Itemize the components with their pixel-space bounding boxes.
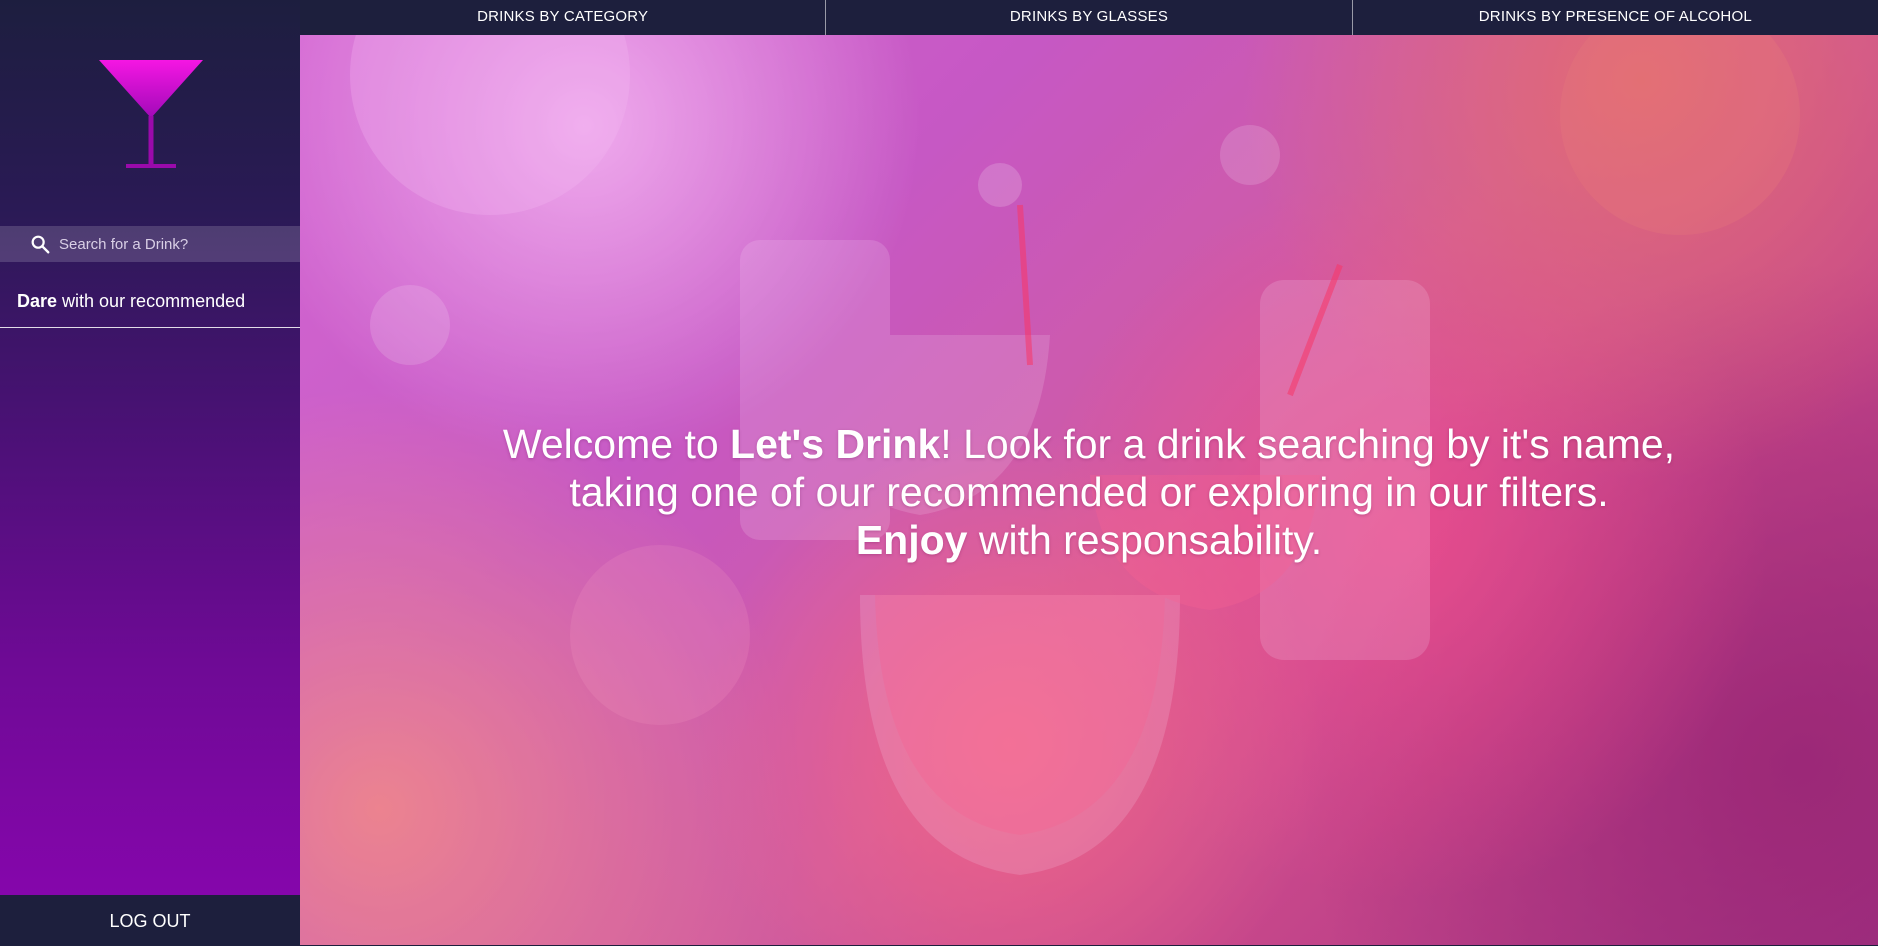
recommended-bold: Dare <box>17 291 58 311</box>
nav-drinks-by-category[interactable]: DRINKS BY CATEGORY <box>300 0 825 35</box>
recommended-text: with our recommended <box>57 291 246 311</box>
recommended-link[interactable]: Dare with our recommended <box>0 278 300 328</box>
welcome-line-1: Welcome to Let's Drink! Look for a drink… <box>300 420 1878 468</box>
hero-banner: Welcome to Let's Drink! Look for a drink… <box>300 35 1878 945</box>
search-input[interactable] <box>59 226 300 262</box>
cocktail-glass-icon[interactable] <box>99 58 203 170</box>
brand-name: Let's Drink <box>730 421 941 467</box>
welcome-intro: Welcome to <box>502 421 731 467</box>
sidebar: Dare with our recommended LOG OUT <box>0 0 300 945</box>
search-bar <box>0 226 300 262</box>
top-nav: DRINKS BY CATEGORY DRINKS BY GLASSES DRI… <box>300 0 1878 35</box>
enjoy-word: Enjoy <box>855 517 968 563</box>
nav-drinks-by-alcohol[interactable]: DRINKS BY PRESENCE OF ALCOHOL <box>1351 0 1878 35</box>
welcome-message: Welcome to Let's Drink! Look for a drink… <box>300 420 1878 564</box>
welcome-line-3: Enjoy with responsability. <box>300 516 1878 564</box>
welcome-line-2: taking one of our recommended or explori… <box>569 469 1609 515</box>
logout-button[interactable]: LOG OUT <box>0 895 300 945</box>
welcome-line-1-rest: ! Look for a drink searching by it's nam… <box>940 421 1676 467</box>
nav-drinks-by-glasses[interactable]: DRINKS BY GLASSES <box>825 0 1351 35</box>
welcome-line-3-rest: with responsability. <box>967 517 1323 563</box>
search-icon[interactable] <box>29 233 51 255</box>
